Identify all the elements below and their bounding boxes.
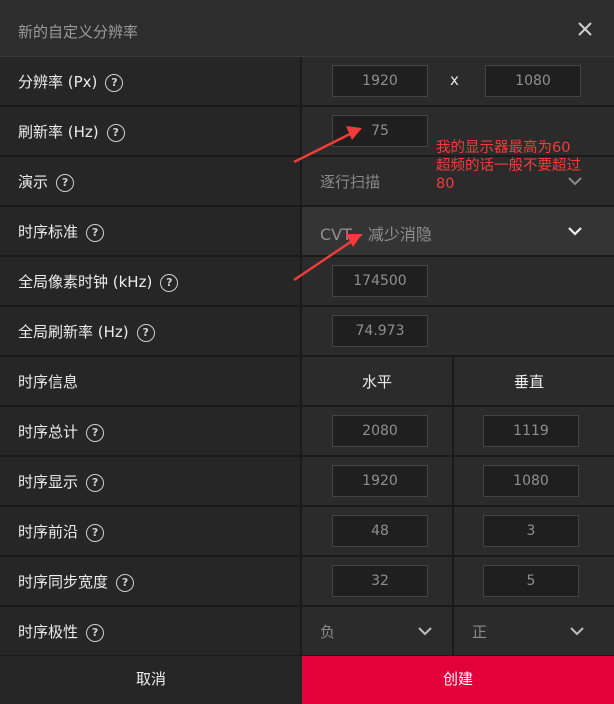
polarity-h-value: 负 <box>320 623 336 641</box>
chevron-down-icon <box>418 627 432 636</box>
front-porch-h-input[interactable]: 48 <box>332 515 428 547</box>
resolution-row: 分辨率 (Px)? 1920 x 1080 <box>0 57 614 107</box>
sync-width-row: 时序同步宽度? 32 5 <box>0 557 614 607</box>
timing-display-label: 时序显示 <box>18 473 79 491</box>
global-refresh-row: 全局刷新率 (Hz)? 74.973 <box>0 307 614 357</box>
sync-width-v-input[interactable]: 5 <box>483 565 579 597</box>
refresh-rate-label: 刷新率 (Hz) <box>18 123 99 141</box>
help-icon[interactable]: ? <box>86 624 105 642</box>
front-porch-v-input[interactable]: 3 <box>483 515 579 547</box>
chevron-down-icon <box>568 227 582 236</box>
help-icon[interactable]: ? <box>136 324 155 342</box>
refresh-rate-input[interactable]: 75 <box>332 115 428 147</box>
polarity-row: 时序极性? 负 正 <box>0 607 614 657</box>
timing-display-v-input[interactable]: 1080 <box>483 465 579 497</box>
help-icon[interactable]: ? <box>105 74 124 92</box>
timing-display-h-input[interactable]: 1920 <box>332 465 428 497</box>
scan-mode-label: 演示 <box>18 173 49 191</box>
help-icon[interactable]: ? <box>56 174 75 192</box>
pixel-clock-row: 全局像素时钟 (kHz)? 174500 <box>0 257 614 307</box>
custom-resolution-dialog: 新的自定义分辨率 分辨率 (Px)? 1920 x 1080 刷新率 (Hz)?… <box>0 0 614 704</box>
scan-mode-value: 逐行扫描 <box>320 173 381 191</box>
help-icon[interactable]: ? <box>116 574 135 592</box>
help-icon[interactable]: ? <box>160 274 179 292</box>
front-porch-row: 时序前沿? 48 3 <box>0 507 614 557</box>
pixel-clock-value: 174500 <box>332 265 428 297</box>
resolution-width-input[interactable]: 1920 <box>332 65 428 97</box>
annotation-line: 我的显示器最高为60 <box>436 140 571 156</box>
dialog-titlebar: 新的自定义分辨率 <box>0 0 614 57</box>
global-refresh-label: 全局刷新率 (Hz) <box>18 323 129 341</box>
resolution-height-input[interactable]: 1080 <box>485 65 581 97</box>
create-button[interactable]: 创建 <box>302 656 614 704</box>
resolution-separator: x <box>450 71 459 89</box>
sync-width-h-input[interactable]: 32 <box>332 565 428 597</box>
dialog-title: 新的自定义分辨率 <box>18 23 139 41</box>
annotation-note: 我的显示器最高为60 超频的话一般不要超过 80 <box>436 139 614 193</box>
timing-info-label: 时序信息 <box>18 373 79 391</box>
help-icon[interactable]: ? <box>86 474 105 492</box>
timing-standard-label: 时序标准 <box>18 223 79 241</box>
polarity-label: 时序极性 <box>18 623 79 641</box>
dialog-footer: 取消 创建 <box>0 656 614 704</box>
sync-width-label: 时序同步宽度 <box>18 573 109 591</box>
chevron-down-icon <box>570 627 584 636</box>
timing-standard-dropdown[interactable]: CVT - 减少消隐 <box>302 207 614 255</box>
annotation-line: 80 <box>436 176 455 192</box>
global-refresh-value: 74.973 <box>332 315 428 347</box>
help-icon[interactable]: ? <box>106 124 125 142</box>
pixel-clock-label: 全局像素时钟 (kHz) <box>18 273 153 291</box>
vertical-header: 垂直 <box>514 373 545 391</box>
timing-total-label: 时序总计 <box>18 423 79 441</box>
help-icon[interactable]: ? <box>86 224 105 242</box>
cancel-button[interactable]: 取消 <box>0 656 302 704</box>
polarity-h-dropdown[interactable]: 负 <box>302 607 454 655</box>
timing-display-row: 时序显示? 1920 1080 <box>0 457 614 507</box>
help-icon[interactable]: ? <box>86 524 105 542</box>
timing-total-row: 时序总计? 2080 1119 <box>0 407 614 457</box>
horizontal-header: 水平 <box>362 373 393 391</box>
timing-standard-row: 时序标准? CVT - 减少消隐 <box>0 207 614 257</box>
close-icon[interactable] <box>576 20 594 38</box>
front-porch-label: 时序前沿 <box>18 523 79 541</box>
polarity-v-dropdown[interactable]: 正 <box>456 607 614 655</box>
timing-total-v-input[interactable]: 1119 <box>483 415 579 447</box>
help-icon[interactable]: ? <box>86 424 105 442</box>
timing-info-header-row: 时序信息 水平 垂直 <box>0 357 614 407</box>
timing-standard-value: CVT - 减少消隐 <box>320 225 432 244</box>
resolution-label: 分辨率 (Px) <box>18 73 98 91</box>
timing-total-h-input[interactable]: 2080 <box>332 415 428 447</box>
annotation-line: 超频的话一般不要超过 <box>436 158 581 174</box>
polarity-v-value: 正 <box>472 623 488 641</box>
